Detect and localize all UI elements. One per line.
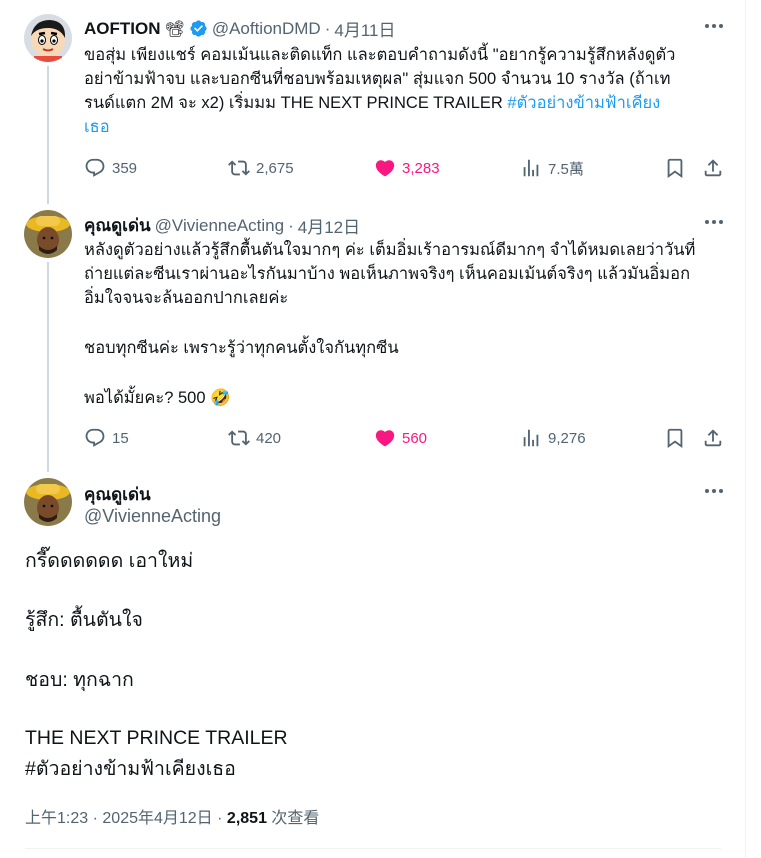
main-text-line: ชอบ: ทุกฉาก (25, 669, 134, 691)
thread-line (47, 66, 49, 204)
views-count: 7.5萬 (548, 160, 584, 178)
like-button[interactable]: 3,283 (374, 157, 440, 179)
text-line: รนด์แตก 2M จะ x2) เริ่มมม THE NEXT PRINC… (84, 94, 661, 112)
hashtag-link[interactable]: เธอ (84, 115, 724, 139)
handle[interactable]: @AoftionDMD (212, 19, 321, 39)
text-line: อิ่มใจจนจะล้นออกปากเลยค่ะ (84, 289, 289, 307)
display-name[interactable]: คุณดูเด่น (84, 212, 151, 239)
text-line: อย่าข้ามฟ้าจบ และบอกซีนที่ชอบพร้อมเหตุผล… (84, 70, 671, 88)
share-button[interactable] (702, 157, 724, 179)
heart-icon (375, 430, 395, 447)
text-line: ถ่ายแต่ละซีนเราผ่านอะไรกันมาบ้าง พอเห็นภ… (84, 265, 691, 283)
separator-dot: · (288, 215, 294, 235)
main-handle[interactable]: @VivienneActing (84, 506, 221, 527)
tweet-thread: AOFTION 📽 @AoftionDMD · 4月11日 ขอสุ่ม เพี… (0, 0, 746, 858)
share-button[interactable] (702, 427, 724, 449)
main-text-line: THE NEXT PRINCE TRAILER (25, 727, 288, 749)
text-line: พอได้มั้ยคะ? 500 🤣 (84, 389, 231, 407)
hashtag-link[interactable]: #ตัวอย่างข้ามฟ้าเคียง (507, 94, 660, 112)
retweet-count: 420 (256, 429, 282, 447)
like-count: 560 (402, 429, 428, 447)
views-label: 次查看 (271, 810, 320, 827)
reply-button[interactable]: 15 (84, 427, 129, 449)
avatar[interactable] (24, 14, 72, 62)
verified-badge-icon (189, 19, 208, 38)
reply-icon (85, 428, 105, 447)
main-text-line: กรี๊ดดดดดด เอาใหม่ (25, 550, 194, 572)
retweet-icon (228, 160, 250, 176)
text-line: หลังดูตัวอย่างแล้วรู้สึกตื้นตันใจมากๆ ค่… (84, 241, 696, 259)
main-display-name[interactable]: คุณดูเด่น (84, 481, 151, 508)
more-options-icon[interactable] (700, 16, 728, 36)
bookmark-icon (667, 158, 683, 179)
more-options-icon[interactable] (700, 481, 728, 501)
retweet-icon (228, 430, 250, 446)
views-chart-icon (523, 159, 539, 177)
share-icon (704, 429, 722, 447)
views-button[interactable]: 7.5萬 (520, 157, 584, 179)
reply-count: 15 (112, 429, 129, 447)
reply-count: 359 (112, 159, 138, 177)
tweet-date[interactable]: 4月12日 (298, 213, 360, 238)
avatar[interactable] (24, 478, 72, 526)
camera-emoji: 📽 (164, 20, 185, 38)
views-total: 2,851 (226, 810, 267, 827)
display-name[interactable]: AOFTION (84, 19, 161, 39)
avatar[interactable] (24, 210, 72, 258)
tweet-header: AOFTION 📽 @AoftionDMD · 4月11日 (84, 16, 396, 41)
retweet-button[interactable]: 2,675 (228, 157, 294, 179)
tweet-text: หลังดูตัวอย่างแล้วรู้สึกตื้นตันใจมากๆ ค่… (84, 238, 729, 410)
bookmark-button[interactable] (664, 157, 686, 179)
tweet-text: ขอสุ่ม เพียงแชร์ คอมเม้นและติดแท็ก และตอ… (84, 43, 724, 139)
tweet-metadata: 上午1:23 · 2025年4月12日 · 2,851 次查看 (25, 810, 320, 827)
share-icon (704, 159, 722, 177)
bookmark-icon (667, 428, 683, 449)
separator-dot: · (324, 18, 331, 38)
more-options-icon[interactable] (700, 212, 728, 232)
hashtag-link[interactable]: #ตัวอย่างข้ามฟ้าเคียงเธอ (25, 756, 236, 782)
thread-line (47, 262, 49, 472)
text-line: ขอสุ่ม เพียงแชร์ คอมเม้นและติดแท็ก และตอ… (84, 46, 676, 64)
tweet-time[interactable]: 上午1:23 (25, 810, 88, 827)
views-chart-icon (523, 429, 539, 447)
retweet-button[interactable]: 420 (228, 427, 281, 449)
tweet-date[interactable]: 4月11日 (334, 16, 395, 41)
tweet-full-date[interactable]: 2025年4月12日 (102, 810, 212, 827)
retweet-count: 2,675 (256, 159, 294, 177)
like-button[interactable]: 560 (374, 427, 427, 449)
like-count: 3,283 (402, 159, 440, 177)
handle[interactable]: @VivienneActing (155, 216, 284, 236)
reply-icon (85, 158, 105, 177)
text-line: ชอบทุกซีนค่ะ เพราะรู้ว่าทุกคนตั้งใจกันทุ… (84, 339, 399, 357)
main-text-line: รู้สึก: ตื้นตันใจ (25, 609, 143, 631)
divider (25, 848, 721, 849)
tweet-actions: 359 2,675 3,283 7.5萬 (84, 157, 729, 181)
views-button[interactable]: 9,276 (520, 427, 586, 449)
tweet-header: คุณดูเด่น @VivienneActing · 4月12日 (84, 212, 360, 239)
views-count: 9,276 (548, 429, 586, 447)
tweet-actions: 15 420 560 9,276 (84, 427, 729, 451)
bookmark-button[interactable] (664, 427, 686, 449)
reply-button[interactable]: 359 (84, 157, 137, 179)
heart-icon (375, 160, 395, 177)
